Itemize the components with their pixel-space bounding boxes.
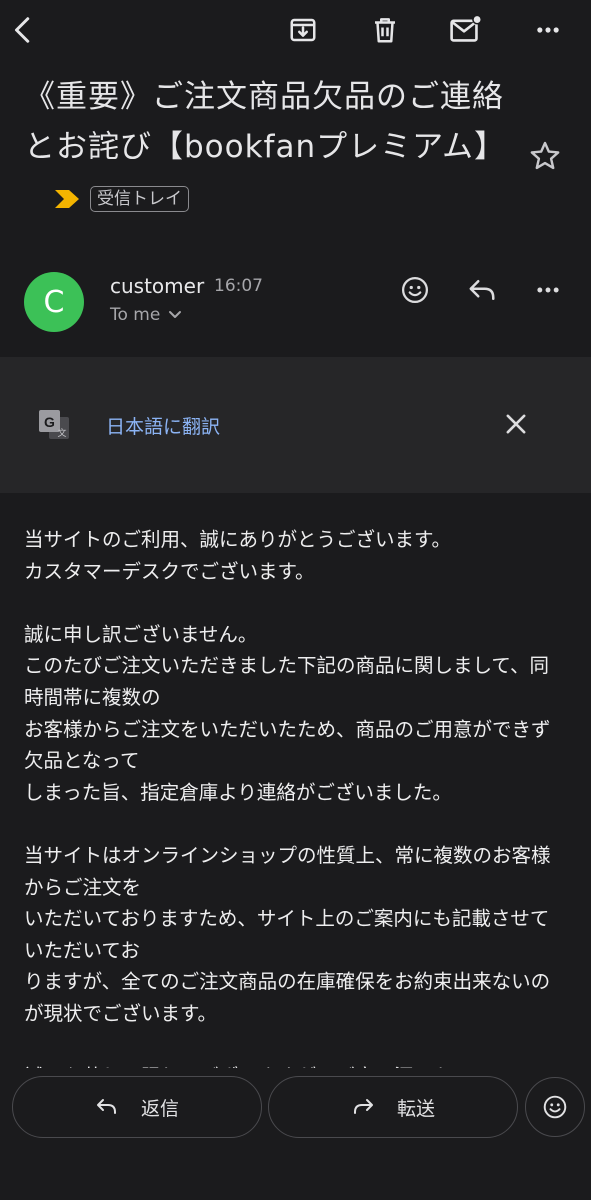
- svg-text:文: 文: [57, 427, 66, 439]
- close-icon[interactable]: [502, 410, 530, 438]
- google-translate-icon: G 文: [37, 408, 71, 442]
- recipient-text: To me: [110, 305, 161, 325]
- mark-unread-icon[interactable]: [448, 12, 484, 48]
- recipient-toggle[interactable]: To me: [110, 305, 182, 325]
- message-more-icon[interactable]: [530, 272, 566, 308]
- emoji-icon: [542, 1094, 568, 1120]
- message-body: 当サイトのご利用、誠にありがとうございます。 カスタマーデスクでございます。 誠…: [24, 528, 551, 1070]
- svg-text:G: G: [44, 414, 55, 430]
- reply-label: 返信: [140, 1097, 179, 1120]
- sent-time: 16:07: [214, 276, 263, 296]
- forward-label: 転送: [396, 1097, 435, 1120]
- reply-arrow-icon: [95, 1097, 119, 1117]
- more-horizontal-icon[interactable]: [530, 12, 566, 48]
- emoji-react-icon[interactable]: [397, 272, 433, 308]
- star-outline-icon[interactable]: [528, 139, 562, 173]
- back-arrow-icon[interactable]: [6, 12, 42, 48]
- forward-arrow-icon: [351, 1097, 375, 1117]
- importance-marker-icon: [54, 189, 80, 209]
- sender-avatar[interactable]: C: [24, 272, 84, 332]
- email-subject: 《重要》ご注文商品欠品のご連絡とお詫び【bookfanプレミアム】受信トレイ: [24, 72, 514, 222]
- top-app-bar: [0, 0, 591, 60]
- sender-name[interactable]: customer: [110, 274, 204, 298]
- chevron-down-icon: [168, 310, 182, 320]
- emoji-reaction-button[interactable]: [525, 1077, 585, 1137]
- forward-button[interactable]: 転送: [268, 1076, 518, 1138]
- inbox-label-chip[interactable]: 受信トレイ: [90, 185, 189, 212]
- reply-icon[interactable]: [464, 272, 500, 308]
- subject-text: 《重要》ご注文商品欠品のご連絡とお詫び【bookfanプレミアム】: [24, 79, 506, 165]
- reply-button[interactable]: 返信: [12, 1076, 262, 1138]
- archive-icon[interactable]: [285, 12, 321, 48]
- translate-link[interactable]: 日本語に翻訳: [106, 412, 220, 439]
- trash-icon[interactable]: [367, 12, 403, 48]
